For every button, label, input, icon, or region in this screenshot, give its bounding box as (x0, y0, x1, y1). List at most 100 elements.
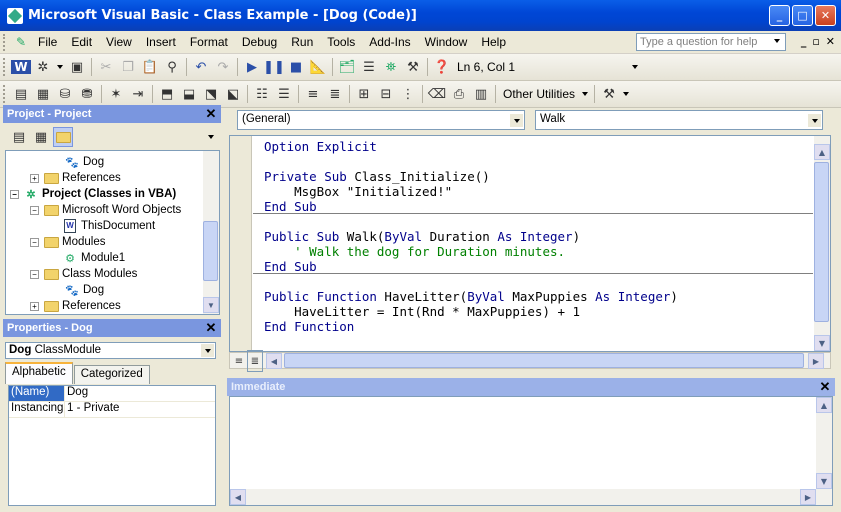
property-value[interactable]: 1 - Private (65, 402, 215, 417)
comment-block-icon[interactable]: ≡ (302, 83, 324, 105)
scroll-left-icon[interactable]: ◀ (266, 353, 282, 369)
object-browser-icon[interactable]: ⛯ (380, 56, 402, 78)
tree-item-thisdocument[interactable]: W ThisDocument (62, 218, 155, 234)
code-line[interactable] (264, 274, 678, 289)
tree-item-dog[interactable]: 🐾 Dog (64, 154, 104, 170)
toolbar-grip[interactable] (3, 58, 7, 76)
code-line[interactable]: Public Sub Walk(ByVal Duration As Intege… (264, 229, 678, 244)
immediate-vertical-scrollbar[interactable]: ▲ ▼ (816, 397, 832, 505)
code-horizontal-scrollbar[interactable]: ≡ ≣ ◀ ▶ (229, 350, 831, 372)
tab-alphabetic[interactable]: Alphabetic (5, 362, 73, 384)
tree-item-word-objects[interactable]: − Microsoft Word Objects (30, 202, 181, 218)
properties-window-icon[interactable]: ☰ (358, 56, 380, 78)
project-explorer-icon[interactable]: 🗂 (336, 56, 358, 78)
vba-app-icon[interactable] (7, 7, 23, 24)
full-module-view-icon[interactable]: ≣ (247, 350, 263, 372)
quick-info-icon[interactable]: ⛁ (54, 83, 76, 105)
project-tree-scrollbar[interactable]: ▼ (203, 151, 219, 314)
property-value[interactable]: Dog (65, 386, 215, 401)
code-vertical-scrollbar[interactable]: ▲ ▼ (814, 136, 830, 351)
code-line[interactable]: Public Function HaveLitter(ByVal MaxPupp… (264, 289, 678, 304)
scroll-down-icon[interactable]: ▼ (203, 297, 219, 313)
cut-icon[interactable]: ✂ (95, 56, 117, 78)
view-code-icon[interactable]: ▤ (9, 127, 29, 147)
code-line[interactable] (264, 154, 678, 169)
menu-help[interactable]: Help (474, 35, 513, 49)
menu-file[interactable]: File (31, 35, 64, 49)
collapse-icon[interactable]: − (30, 269, 39, 279)
immediate-window[interactable]: ▲ ▼ ◀ ▶ (229, 396, 833, 506)
insert-class-icon[interactable]: ⊟ (375, 83, 397, 105)
procedure-combo[interactable]: Walk (535, 110, 823, 130)
chevron-down-icon[interactable] (808, 114, 821, 127)
tab-categorized[interactable]: Categorized (73, 365, 150, 384)
minimize-button[interactable]: _ (769, 5, 790, 26)
expand-icon[interactable]: + (30, 301, 39, 311)
tree-item-project[interactable]: − ✲ Project (Classes in VBA) (10, 186, 176, 202)
collapse-icon[interactable]: − (10, 189, 19, 199)
tree-item-references-2[interactable]: + References (30, 298, 121, 314)
run-icon[interactable]: ▶ (241, 56, 263, 78)
reset-icon[interactable]: ■ (285, 56, 307, 78)
list-constants-icon[interactable]: ▦ (32, 83, 54, 105)
close-button[interactable]: ✕ (815, 5, 836, 26)
code-line[interactable]: End Sub (264, 199, 678, 214)
immediate-close-button[interactable]: ✕ (818, 380, 832, 394)
procedure-view-icon[interactable]: ≡ (231, 350, 247, 372)
menu-format[interactable]: Format (183, 35, 235, 49)
menu-run[interactable]: Run (284, 35, 320, 49)
toolbar-options-icon[interactable] (632, 65, 639, 69)
eraser-icon[interactable]: ⌫ (426, 83, 448, 105)
property-row[interactable]: (Name) Dog (9, 386, 215, 402)
object-combo[interactable]: (General) (237, 110, 525, 130)
uncomment-block-icon[interactable]: ≣ (324, 83, 346, 105)
copy-icon[interactable]: ❐ (117, 56, 139, 78)
list-properties-icon[interactable]: ▤ (10, 83, 32, 105)
chevron-down-icon[interactable] (510, 114, 523, 127)
indent-icon[interactable]: ⇥ (127, 83, 149, 105)
menu-addins[interactable]: Add-Ins (362, 35, 417, 49)
toolbar-grip[interactable] (3, 85, 7, 103)
property-row[interactable]: Instancing 1 - Private (9, 402, 215, 418)
parameter-info-icon[interactable]: ⛃ (76, 83, 98, 105)
tree-item-dog-class[interactable]: 🐾 Dog (64, 282, 104, 298)
view-word-icon[interactable]: W (10, 56, 32, 78)
clear-bookmarks-icon[interactable]: ⬕ (222, 83, 244, 105)
print-icon[interactable]: ⎙ (448, 83, 470, 105)
complete-word-icon[interactable]: ✶ (105, 83, 127, 105)
immediate-horizontal-scrollbar[interactable]: ◀ ▶ (230, 489, 816, 505)
maximize-button[interactable]: □ (792, 5, 813, 26)
collapse-icon[interactable]: − (30, 237, 39, 247)
scroll-down-icon[interactable]: ▼ (814, 335, 830, 351)
chevron-down-icon[interactable] (201, 344, 214, 357)
insert-object-icon[interactable]: ✲ (32, 56, 54, 78)
save-icon[interactable]: ▣ (66, 56, 88, 78)
code-line[interactable]: End Function (264, 319, 678, 334)
scroll-down-icon[interactable]: ▼ (816, 473, 832, 489)
bookmark-icon[interactable]: ⬒ (156, 83, 178, 105)
break-icon[interactable]: ❚❚ (263, 56, 285, 78)
other-utilities-button[interactable]: Other Utilities (499, 87, 579, 101)
toolbox-icon[interactable]: ⚒ (402, 56, 424, 78)
help-dropdown-icon[interactable] (774, 39, 780, 43)
menu-tools[interactable]: Tools (320, 35, 362, 49)
numbered-list-icon[interactable]: ☷ (251, 83, 273, 105)
tree-item-module1[interactable]: ⚙ Module1 (62, 250, 125, 266)
menu-edit[interactable]: Edit (64, 35, 99, 49)
project-toolbar-dropdown-icon[interactable] (208, 135, 214, 139)
view-object-icon[interactable]: ▦ (31, 127, 51, 147)
collapse-icon[interactable]: − (30, 205, 39, 215)
redo-icon[interactable]: ↷ (212, 56, 234, 78)
mdi-close-button[interactable]: ✕ (826, 35, 835, 48)
menubar-grip[interactable] (3, 33, 7, 51)
bullet-list-icon[interactable]: ☰ (273, 83, 295, 105)
code-hscroll-thumb[interactable] (284, 353, 804, 368)
scroll-up-icon[interactable]: ▲ (814, 144, 830, 160)
tree-item-modules[interactable]: − Modules (30, 234, 105, 250)
code-lines[interactable]: Option Explicit Private Sub Class_Initia… (264, 139, 678, 334)
tools-icon[interactable]: ⚒ (598, 83, 620, 105)
code-window-icon[interactable]: ✎ (11, 33, 31, 51)
scroll-right-icon[interactable]: ▶ (808, 353, 824, 369)
code-line[interactable]: ' Walk the dog for Duration minutes. (264, 244, 678, 259)
code-editor[interactable]: Option Explicit Private Sub Class_Initia… (229, 135, 831, 352)
